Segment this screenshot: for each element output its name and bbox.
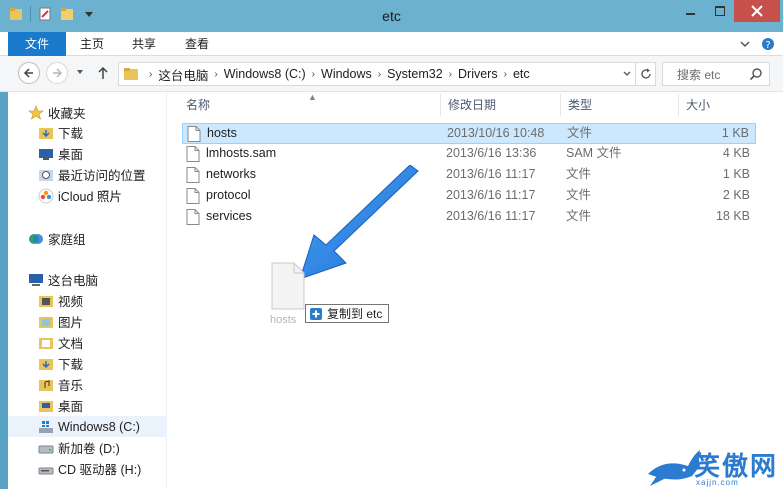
sidebar-item-downloads-pc[interactable]: 下载	[8, 353, 167, 374]
tab-view[interactable]: 查看	[170, 32, 224, 56]
minimize-icon	[686, 13, 695, 15]
refresh-icon	[641, 68, 651, 79]
sidebar-item-recent[interactable]: 最近访问的位置	[8, 164, 167, 185]
file-icon	[186, 167, 200, 183]
search-placeholder: 搜索 etc	[677, 67, 721, 82]
window-title: etc	[382, 8, 401, 24]
documents-folder-icon	[38, 335, 54, 351]
maximize-button[interactable]	[706, 0, 734, 22]
address-row: › 这台电脑 › Windows8 (C:) › Windows › System32…	[0, 56, 783, 92]
close-icon	[751, 5, 763, 17]
file-icon	[186, 146, 200, 162]
sidebar-item-music[interactable]: 音乐	[8, 374, 167, 395]
sidebar-item-cd-drive[interactable]: CD 驱动器 (H:)	[8, 458, 167, 479]
arrow-up-icon[interactable]	[97, 66, 109, 80]
arrow-left-icon	[23, 68, 33, 78]
windows-drive-icon	[38, 419, 54, 435]
sidebar-item-favorites[interactable]: 收藏夹	[8, 102, 167, 123]
file-row-lmhosts[interactable]: lmhosts.sam 2013/6/16 13:36 SAM 文件 4 KB	[182, 144, 756, 165]
help-icon[interactable]: ?	[761, 37, 775, 51]
forward-button[interactable]	[46, 62, 68, 84]
chevron-down-icon[interactable]	[739, 38, 751, 50]
file-row-hosts[interactable]: hosts 2013/10/16 10:48 文件 1 KB	[182, 123, 756, 144]
address-bar[interactable]: › 这台电脑 › Windows8 (C:) › Windows › System32…	[118, 62, 656, 86]
music-folder-icon	[38, 377, 54, 393]
desktop-folder-icon	[38, 398, 54, 414]
close-button[interactable]	[734, 0, 780, 22]
breadcrumb-windows[interactable]: Windows ›	[321, 63, 387, 85]
tab-home[interactable]: 主页	[66, 32, 118, 56]
navigation-pane: 收藏夹 下载 桌面 最近访问的位置 iCloud 照片 家庭组 这台电脑 视频 …	[8, 92, 167, 489]
sidebar-item-videos[interactable]: 视频	[8, 290, 167, 311]
plus-icon	[310, 307, 322, 320]
recent-places-icon	[38, 167, 54, 183]
file-icon	[186, 188, 200, 204]
sidebar-item-homegroup[interactable]: 家庭组	[8, 228, 167, 249]
sidebar-item-drive-c[interactable]: Windows8 (C:)	[8, 416, 167, 437]
sidebar-item-documents[interactable]: 文档	[8, 332, 167, 353]
sidebar-item-desktop[interactable]: 桌面	[8, 143, 167, 164]
drag-copy-tooltip: 复制到 etc	[305, 304, 390, 323]
file-row-services[interactable]: services 2013/6/16 11:17 文件 18 KB	[182, 207, 756, 228]
sidebar-item-pictures[interactable]: 图片	[8, 311, 167, 332]
search-input[interactable]: 搜索 etc	[662, 62, 770, 86]
cd-drive-icon	[38, 461, 54, 477]
back-button[interactable]	[18, 62, 40, 84]
file-icon	[187, 126, 201, 142]
recent-locations-icon[interactable]	[76, 68, 84, 76]
breadcrumb-etc[interactable]: etc	[513, 63, 530, 85]
arrow-right-icon	[53, 68, 63, 78]
computer-icon	[28, 272, 44, 288]
chevron-down-icon	[623, 71, 630, 76]
file-row-protocol[interactable]: protocol 2013/6/16 11:17 文件 2 KB	[182, 186, 756, 207]
sidebar-item-this-pc[interactable]: 这台电脑	[8, 269, 167, 290]
watermark-url: xajjn.com	[696, 478, 739, 487]
sort-ascending-icon: ▲	[308, 92, 317, 102]
file-icon	[186, 209, 200, 225]
tab-share[interactable]: 共享	[118, 32, 170, 56]
svg-text:?: ?	[765, 40, 770, 51]
sidebar-item-desktop-pc[interactable]: 桌面	[8, 395, 167, 416]
maximize-icon	[715, 6, 725, 16]
sidebar-item-drive-d[interactable]: 新加卷 (D:)	[8, 437, 167, 458]
address-dropdown-button[interactable]	[617, 63, 635, 85]
column-header-size[interactable]: 大小	[678, 92, 758, 118]
search-icon	[749, 68, 762, 81]
breadcrumb-drive-c[interactable]: Windows8 (C:) ›	[224, 63, 321, 85]
star-icon	[28, 104, 44, 121]
sidebar-item-downloads[interactable]: 下载	[8, 122, 167, 143]
breadcrumb-pc[interactable]: 这台电脑 ›	[158, 63, 223, 85]
downloads-folder-icon	[38, 125, 54, 141]
tab-file[interactable]: 文件	[8, 32, 66, 56]
homegroup-icon	[28, 231, 44, 247]
icloud-photos-icon	[38, 188, 54, 204]
folder-icon	[124, 68, 138, 80]
desktop-icon	[38, 146, 54, 162]
drag-ghost-label: hosts	[270, 314, 297, 326]
ribbon-tabs: 文件 主页 共享 查看 ?	[0, 32, 783, 56]
breadcrumb-system32[interactable]: System32 ›	[387, 63, 458, 85]
dragged-file-icon	[271, 262, 305, 310]
file-list: 名称 ▲ 修改日期 类型 大小 hosts 2013/10/16 10:48 文…	[168, 92, 783, 489]
sidebar-item-icloud-photos[interactable]: iCloud 照片	[8, 185, 167, 206]
annotation-arrow-icon	[299, 165, 419, 280]
drive-icon	[38, 440, 54, 456]
downloads-folder-icon	[38, 356, 54, 372]
minimize-button[interactable]	[676, 0, 706, 22]
file-row-networks[interactable]: networks 2013/6/16 11:17 文件 1 KB	[182, 165, 756, 186]
column-header-date[interactable]: 修改日期	[440, 92, 560, 118]
refresh-button[interactable]	[635, 63, 656, 85]
breadcrumb-drivers[interactable]: Drivers ›	[458, 63, 513, 85]
title-bar: etc	[0, 0, 783, 32]
pictures-folder-icon	[38, 314, 54, 330]
ribbon-controls: ?	[739, 37, 775, 51]
column-header-type[interactable]: 类型	[560, 92, 678, 118]
videos-folder-icon	[38, 293, 54, 309]
explorer-content: 收藏夹 下载 桌面 最近访问的位置 iCloud 照片 家庭组 这台电脑 视频 …	[8, 92, 783, 489]
